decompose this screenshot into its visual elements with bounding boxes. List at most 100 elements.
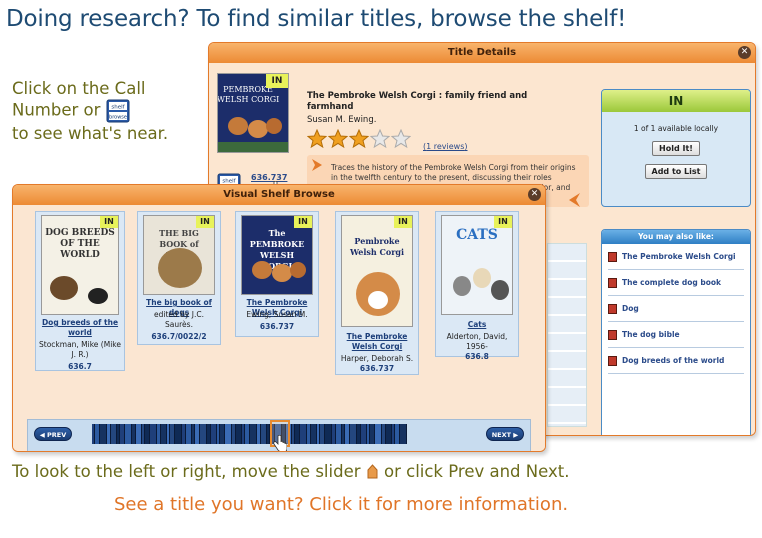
book-title: The Pembroke Welsh Corgi : family friend… <box>307 91 528 112</box>
prev-button[interactable]: ◀ PREV <box>34 427 72 441</box>
pointer-hand-icon <box>273 435 287 451</box>
availability-status: IN <box>602 90 750 112</box>
book-icon <box>608 330 617 340</box>
also-like-item-label[interactable]: The complete dog book <box>622 278 721 287</box>
also-like-item[interactable]: The complete dog book <box>608 270 744 296</box>
slider-instructions-after: or click Prev and Next. <box>384 462 570 481</box>
book-author: Stockman, Mike (Mike J. R.) <box>39 340 121 359</box>
also-like-item[interactable]: Dog breeds of the world <box>608 348 744 374</box>
book-spine[interactable] <box>150 424 157 444</box>
shelf-browse-body: DOG BREEDS OF THE WORLD IN Dog breeds of… <box>13 205 545 451</box>
title-details-titlebar: Title Details ✕ <box>209 43 755 63</box>
star-filled-icon[interactable] <box>307 129 327 149</box>
book-cover-image[interactable]: Pembroke Welsh Corgi IN <box>341 215 413 327</box>
close-icon[interactable]: ✕ <box>528 188 541 201</box>
book-cover-image[interactable]: DOG BREEDS OF THE WORLD IN <box>41 215 119 315</box>
arrow-left-icon <box>569 193 580 207</box>
star-rating[interactable] <box>307 129 411 149</box>
star-empty-icon[interactable] <box>370 129 390 149</box>
cat-cover-art <box>453 268 509 300</box>
also-like-item-label[interactable]: The Pembroke Welsh Corgi <box>622 252 736 261</box>
shelf-browse-icon: shelf browse <box>106 99 130 123</box>
click-title-instructions: See a title you want? Click it for more … <box>114 494 569 515</box>
status-badge: IN <box>196 216 214 228</box>
book-spine[interactable] <box>325 424 332 444</box>
slider-icon <box>367 464 378 479</box>
title-details-window-title: Title Details <box>447 47 517 58</box>
book-title-link[interactable]: The Pembroke Welsh Corgi <box>338 332 416 352</box>
status-badge: IN <box>100 216 118 228</box>
arrow-right-icon <box>312 159 322 171</box>
close-icon[interactable]: ✕ <box>738 46 751 59</box>
hold-it-button[interactable]: Hold It! <box>652 141 700 156</box>
svg-text:shelf: shelf <box>111 105 125 111</box>
book-call-number: 636.737 <box>359 364 395 373</box>
book-spine[interactable] <box>350 424 357 444</box>
also-like-item[interactable]: The Pembroke Welsh Corgi <box>608 244 744 270</box>
book-cover-image[interactable]: The PEMBROKE WELSH CORGI IN <box>241 215 313 295</box>
add-to-list-button[interactable]: Add to List <box>644 164 708 179</box>
book-spine[interactable] <box>375 424 382 444</box>
book-cover-image: PEMBROKE WELSH CORGI IN <box>217 73 289 153</box>
instruction-line-2-text: Number or <box>12 100 101 120</box>
book-icon <box>608 304 617 314</box>
book-call-number: 636.737 <box>259 322 295 331</box>
also-like-item-label[interactable]: Dog <box>622 304 639 313</box>
page-heading: Doing research? To find similar titles, … <box>6 6 627 32</box>
shelf-browse-titlebar: Visual Shelf Browse ✕ <box>13 185 545 205</box>
also-like-header: You may also like: <box>602 230 750 244</box>
star-empty-icon[interactable] <box>391 129 411 149</box>
availability-panel: IN 1 of 1 available locally Hold It! Add… <box>601 89 751 207</box>
book-author: Alderton, David, 1956- <box>446 332 508 351</box>
shelf-book[interactable]: Pembroke Welsh Corgi IN The Pembroke Wel… <box>335 211 419 375</box>
status-badge: IN <box>494 216 512 228</box>
svg-text:browse: browse <box>109 115 127 121</box>
book-spine[interactable] <box>400 424 407 444</box>
availability-summary: 1 of 1 available locally <box>633 124 719 133</box>
book-title-link[interactable]: Dog breeds of the world <box>38 318 122 338</box>
book-icon <box>608 252 617 262</box>
book-spine[interactable] <box>175 424 182 444</box>
call-number-instructions: Click on the Call Number or shelf browse… <box>12 78 168 144</box>
book-call-number: 636.7/0022/2 <box>151 332 207 341</box>
shelf-book[interactable]: The PEMBROKE WELSH CORGI IN The Pembroke… <box>235 211 319 337</box>
book-title-link[interactable]: Cats <box>438 320 516 330</box>
book-spine[interactable] <box>225 424 232 444</box>
reviews-link[interactable]: (1 reviews) <box>423 142 468 151</box>
book-spine[interactable] <box>250 424 257 444</box>
book-spine[interactable] <box>200 424 207 444</box>
list-background <box>547 243 587 427</box>
book-cover-image[interactable]: THE BIG BOOK of DOGS IN <box>143 215 215 295</box>
prev-label[interactable]: PREV <box>47 431 66 439</box>
instruction-line-3: to see what's near. <box>12 124 169 143</box>
book-spine[interactable] <box>300 424 307 444</box>
book-author: Ewing, Susan M. <box>246 310 308 319</box>
book-icon <box>608 356 617 366</box>
book-call-number: 636.7 <box>68 362 92 371</box>
slider-instructions-before: To look to the left or right, move the s… <box>12 462 361 481</box>
book-spine[interactable] <box>100 424 107 444</box>
book-author: Susan M. Ewing. <box>307 115 377 125</box>
also-like-item[interactable]: The dog bible <box>608 322 744 348</box>
also-like-item-label[interactable]: The dog bible <box>622 330 680 339</box>
also-like-item[interactable]: Dog <box>608 296 744 322</box>
book-call-number: 636.8 <box>465 352 489 361</box>
shelf-browse-window: Visual Shelf Browse ✕ DOG BREEDS OF THE … <box>12 184 546 452</box>
shelf-book[interactable]: DOG BREEDS OF THE WORLD IN Dog breeds of… <box>35 211 125 371</box>
instruction-line-2: Number or shelf browse <box>12 99 168 123</box>
shelf-book[interactable]: THE BIG BOOK of DOGS IN The big book of … <box>137 211 221 345</box>
shelf-book[interactable]: CATS IN Cats Alderton, David, 1956- 636.… <box>435 211 519 361</box>
svg-text:WELSH CORGI: WELSH CORGI <box>218 95 279 104</box>
also-like-item-label[interactable]: Dog breeds of the world <box>622 356 724 365</box>
reviews-link-text[interactable]: 1 reviews <box>426 142 464 151</box>
next-button[interactable]: NEXT ▶ <box>486 427 524 441</box>
next-label[interactable]: NEXT <box>492 431 511 439</box>
status-badge: IN <box>394 216 412 228</box>
star-filled-icon[interactable] <box>349 129 369 149</box>
dog-cover-art <box>50 276 108 304</box>
slider-instructions: To look to the left or right, move the s… <box>12 462 569 481</box>
book-icon <box>608 278 617 288</box>
book-spine[interactable] <box>125 424 132 444</box>
book-cover-image[interactable]: CATS IN <box>441 215 513 315</box>
star-filled-icon[interactable] <box>328 129 348 149</box>
